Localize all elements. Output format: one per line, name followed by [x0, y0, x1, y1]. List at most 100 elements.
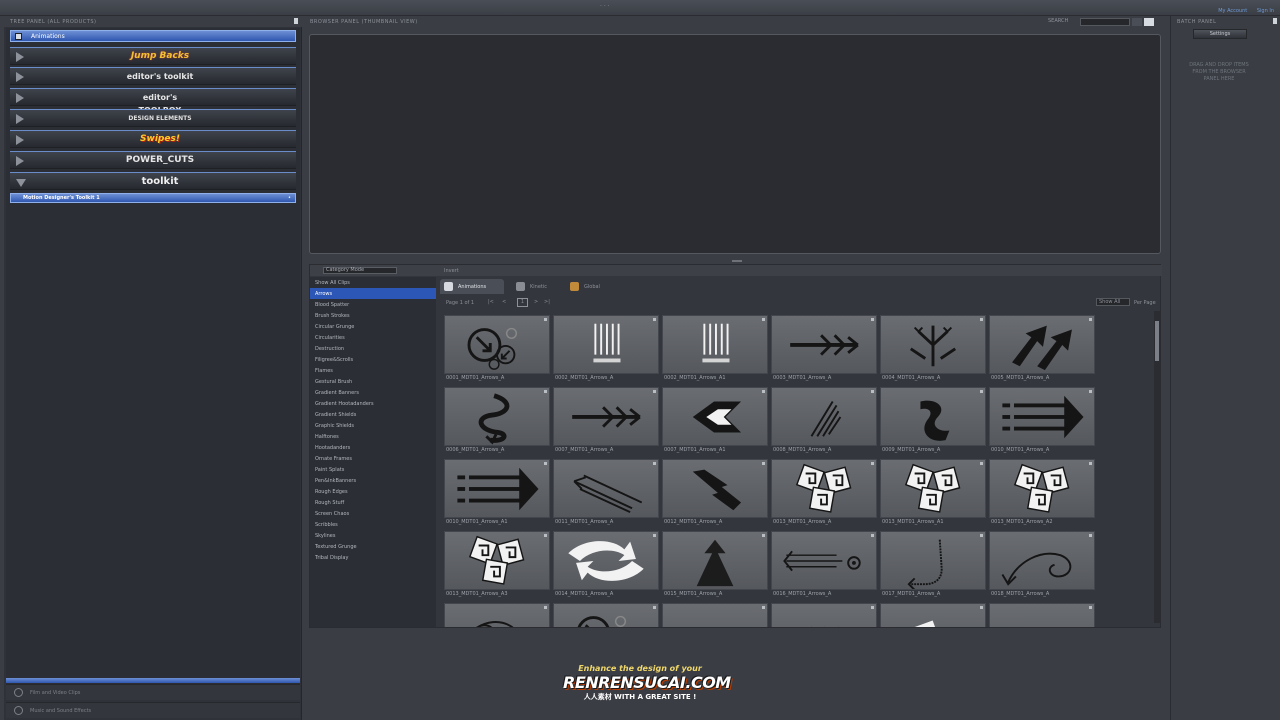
select-checkbox[interactable] — [544, 462, 547, 465]
tree-item-product[interactable]: editor's TOOLBOX — [10, 88, 296, 115]
expand-arrow-icon[interactable] — [16, 135, 24, 145]
close-icon[interactable]: • — [288, 195, 291, 201]
scrollbar-thumb[interactable] — [1155, 321, 1159, 361]
select-checkbox[interactable] — [653, 318, 656, 321]
collapse-arrow-icon[interactable] — [16, 179, 26, 187]
category-item[interactable]: Tribal Display — [310, 552, 436, 563]
tree-item-product[interactable]: Swipes! — [10, 130, 296, 148]
expand-arrow-icon[interactable] — [16, 156, 24, 166]
invert-toggle[interactable]: Invert — [440, 265, 1162, 276]
search-clear-button[interactable] — [1144, 18, 1154, 26]
clip-thumbnail[interactable]: 0004_MDT01_Arrows_A — [880, 315, 986, 385]
clip-thumbnail[interactable]: 0006_MDT01_Arrows_A — [444, 387, 550, 457]
tab-global[interactable]: Global — [566, 279, 612, 294]
category-item[interactable]: Arrows — [310, 288, 436, 299]
select-checkbox[interactable] — [871, 534, 874, 537]
expand-arrow-icon[interactable] — [16, 114, 24, 124]
category-item[interactable]: Brush Strokes — [310, 310, 436, 321]
category-item[interactable]: Circular Grunge — [310, 321, 436, 332]
settings-button[interactable]: Settings — [1193, 29, 1247, 39]
grid-scrollbar[interactable] — [1154, 311, 1160, 623]
last-page-button[interactable]: >| — [544, 299, 550, 305]
select-checkbox[interactable] — [871, 462, 874, 465]
category-item[interactable]: Gradient Shields — [310, 409, 436, 420]
category-item[interactable]: Circularities — [310, 332, 436, 343]
clip-thumbnail[interactable]: 0013_MDT01_Arrows_A1 — [880, 459, 986, 529]
clip-thumbnail[interactable]: 0012_MDT01_Arrows_A — [662, 459, 768, 529]
splitter-handle[interactable] — [732, 260, 742, 262]
category-item[interactable]: Blood Spatter — [310, 299, 436, 310]
tree-item-motion-designers-toolkit[interactable]: Motion Designer's Toolkit 1 • — [10, 193, 296, 203]
clip-thumbnail[interactable] — [880, 603, 986, 627]
category-item[interactable]: Flames — [310, 365, 436, 376]
clip-thumbnail[interactable] — [989, 603, 1095, 627]
expand-arrow-icon[interactable] — [16, 52, 24, 62]
clip-thumbnail[interactable]: 0010_MDT01_Arrows_A1 — [444, 459, 550, 529]
tab-kinetic[interactable]: Kinetic — [512, 279, 560, 294]
tree-item-product[interactable]: Jump Backs — [10, 47, 296, 65]
category-item[interactable]: Textured Grunge — [310, 541, 436, 552]
expand-arrow-icon[interactable] — [16, 93, 24, 103]
pin-icon[interactable] — [294, 18, 298, 24]
select-checkbox[interactable] — [980, 606, 983, 609]
search-input[interactable] — [1080, 18, 1130, 26]
select-checkbox[interactable] — [653, 606, 656, 609]
select-checkbox[interactable] — [762, 390, 765, 393]
select-checkbox[interactable] — [544, 534, 547, 537]
clip-thumbnail[interactable]: 0013_MDT01_Arrows_A2 — [989, 459, 1095, 529]
my-account-link[interactable]: My Account — [1218, 8, 1247, 14]
clip-thumbnail[interactable]: 0001_MDT01_Arrows_A — [444, 315, 550, 385]
select-checkbox[interactable] — [871, 318, 874, 321]
expand-icon[interactable] — [15, 33, 22, 40]
select-checkbox[interactable] — [980, 318, 983, 321]
clip-thumbnail[interactable]: 0007_MDT01_Arrows_A1 — [662, 387, 768, 457]
first-page-button[interactable]: |< — [488, 299, 494, 305]
clip-thumbnail[interactable]: 0016_MDT01_Arrows_A — [771, 531, 877, 601]
select-checkbox[interactable] — [762, 318, 765, 321]
category-item[interactable]: Ornate Frames — [310, 453, 436, 464]
clip-thumbnail[interactable]: 0013_MDT01_Arrows_A3 — [444, 531, 550, 601]
search-dropdown-icon[interactable] — [1132, 18, 1142, 26]
category-item[interactable]: Filigree&Scrolls — [310, 354, 436, 365]
preview-viewer[interactable] — [309, 34, 1161, 254]
clip-thumbnail[interactable] — [771, 603, 877, 627]
clip-thumbnail[interactable]: 0005_MDT01_Arrows_A — [989, 315, 1095, 385]
select-checkbox[interactable] — [762, 534, 765, 537]
category-item[interactable]: Gestural Brush — [310, 376, 436, 387]
clip-thumbnail[interactable]: 0018_MDT01_Arrows_A — [989, 531, 1095, 601]
pin-icon[interactable] — [1273, 18, 1277, 24]
select-checkbox[interactable] — [980, 534, 983, 537]
select-checkbox[interactable] — [544, 318, 547, 321]
clip-thumbnail[interactable]: 0003_MDT01_Arrows_A — [771, 315, 877, 385]
clip-thumbnail[interactable]: 0009_MDT01_Arrows_A — [880, 387, 986, 457]
clip-thumbnail[interactable] — [444, 603, 550, 627]
next-page-button[interactable]: > — [534, 299, 538, 305]
select-checkbox[interactable] — [980, 390, 983, 393]
category-item[interactable]: Hootadanders — [310, 442, 436, 453]
expand-arrow-icon[interactable] — [16, 72, 24, 82]
category-item[interactable]: Pen&InkBanners — [310, 475, 436, 486]
clip-thumbnail[interactable]: 0008_MDT01_Arrows_A — [771, 387, 877, 457]
category-item[interactable]: Halftones — [310, 431, 436, 442]
select-checkbox[interactable] — [762, 606, 765, 609]
category-item[interactable]: Rough Edges — [310, 486, 436, 497]
select-checkbox[interactable] — [1089, 462, 1092, 465]
tree-footer-film[interactable]: Film and Video Clips — [6, 684, 300, 700]
tree-root-animations[interactable]: Animations — [10, 30, 296, 42]
category-item[interactable]: Screen Chaos — [310, 508, 436, 519]
category-item[interactable]: Skylines — [310, 530, 436, 541]
clip-thumbnail[interactable]: 0002_MDT01_Arrows_A1 — [662, 315, 768, 385]
clip-thumbnail[interactable]: 0002_MDT01_Arrows_A — [553, 315, 659, 385]
per-page-select[interactable]: Show All — [1096, 298, 1130, 306]
clip-thumbnail[interactable]: 0010_MDT01_Arrows_A — [989, 387, 1095, 457]
category-mode-select[interactable]: Category Mode — [323, 267, 397, 274]
select-checkbox[interactable] — [544, 390, 547, 393]
tree-footer-music[interactable]: Music and Sound Effects — [6, 702, 300, 718]
select-checkbox[interactable] — [1089, 390, 1092, 393]
select-checkbox[interactable] — [1089, 534, 1092, 537]
category-item[interactable]: Scribbles — [310, 519, 436, 530]
clip-thumbnail[interactable]: 0013_MDT01_Arrows_A — [771, 459, 877, 529]
clip-thumbnail[interactable]: 0014_MDT01_Arrows_A — [553, 531, 659, 601]
prev-page-button[interactable]: < — [502, 299, 506, 305]
select-checkbox[interactable] — [653, 390, 656, 393]
